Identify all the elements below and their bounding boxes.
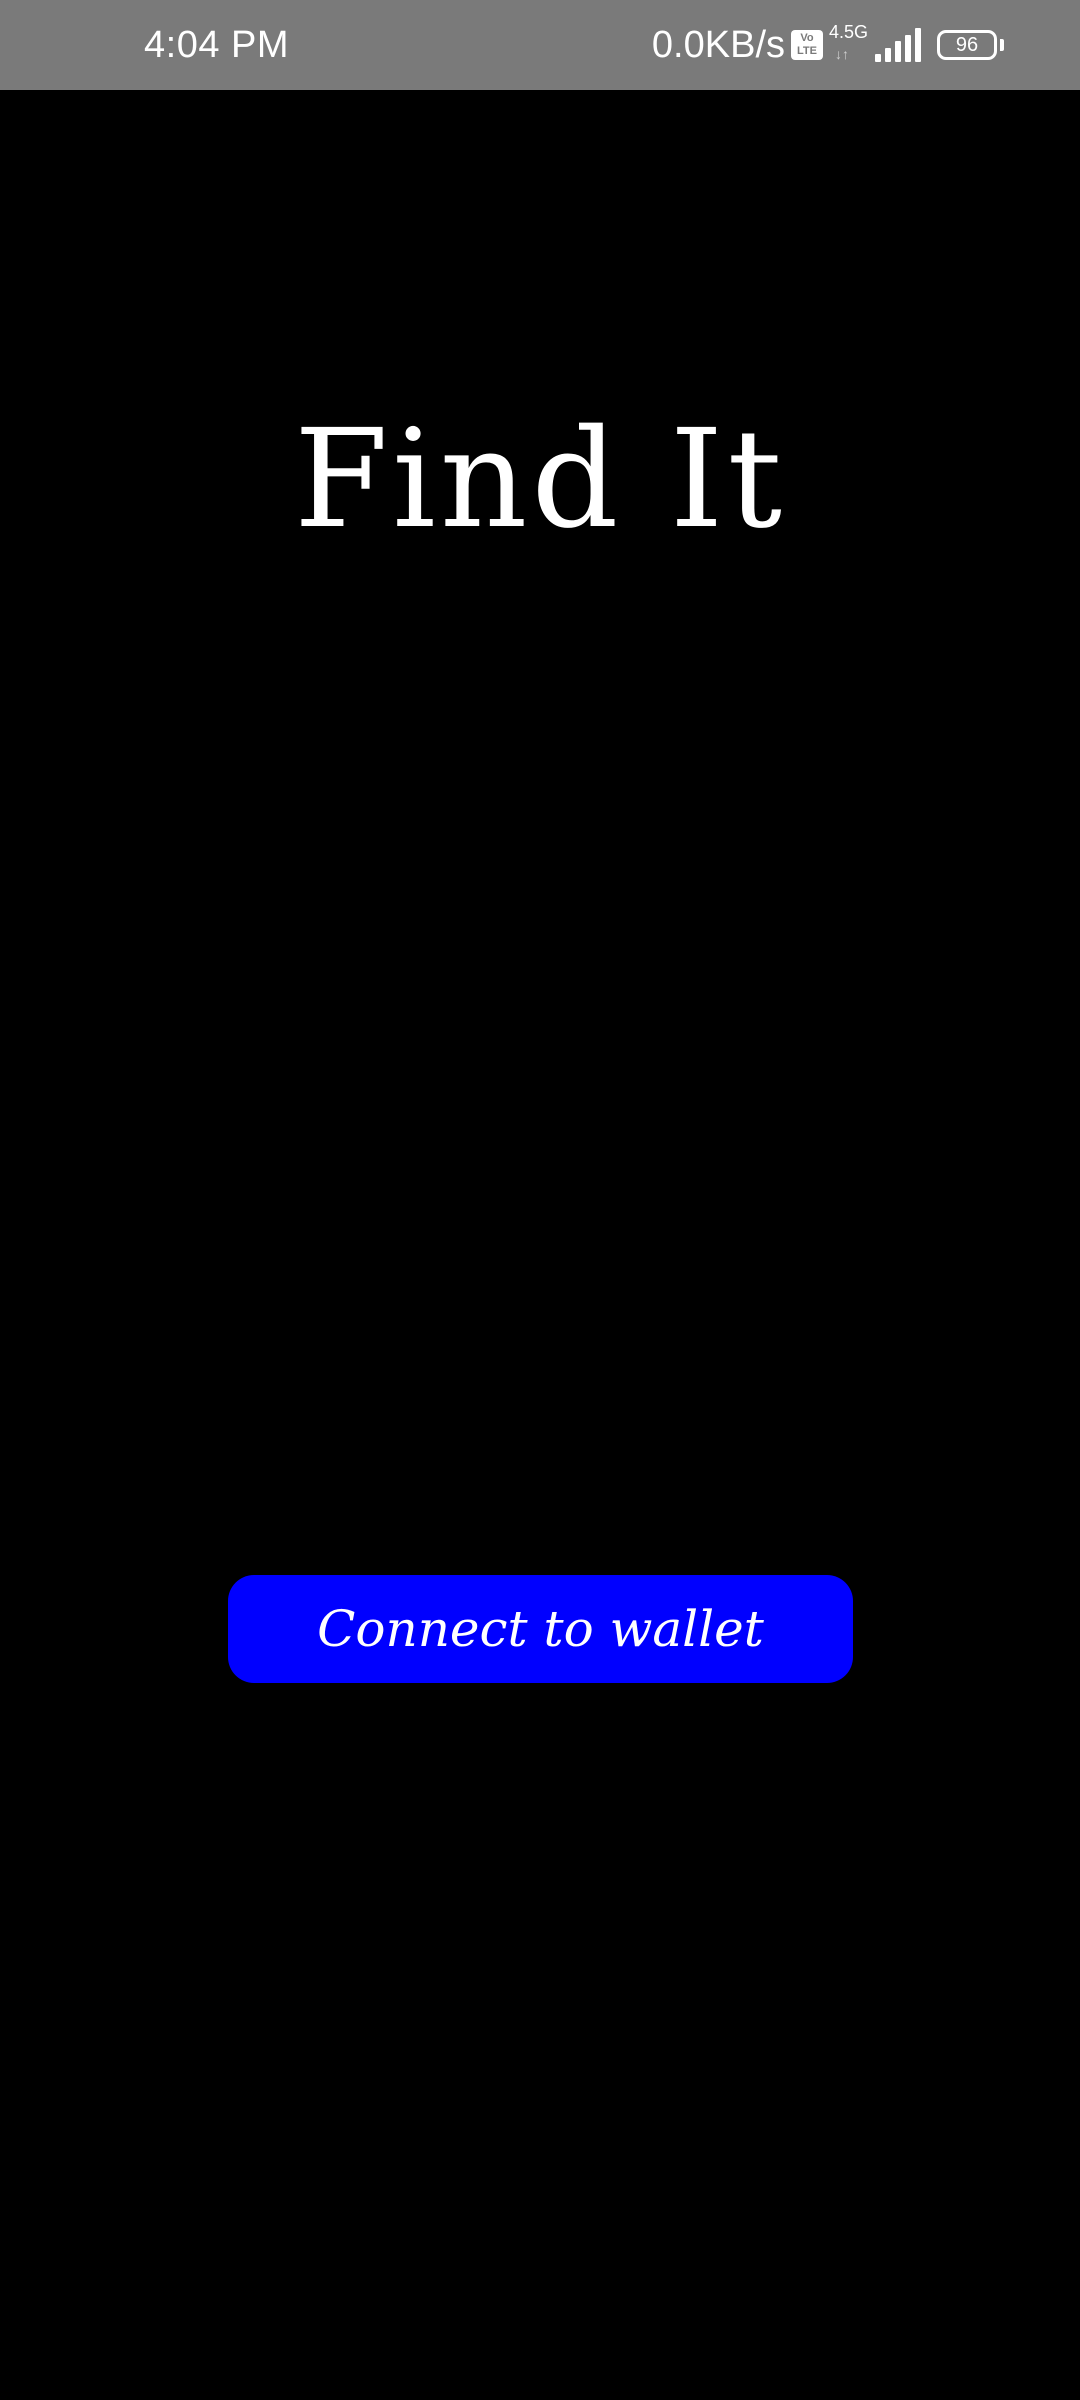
signal-bars-icon [875,28,921,62]
data-activity-icon: ↓↑ [835,46,849,62]
network-type-indicator: 4.5G ↓↑ [829,22,873,68]
app-screen: 4:04 PM 0.0KB/s Vo LTE 4.5G ↓↑ 96 Find I… [0,0,1080,2400]
battery-tip [1000,39,1004,51]
status-bar: 4:04 PM 0.0KB/s Vo LTE 4.5G ↓↑ 96 [0,0,1080,90]
battery-level: 96 [955,34,979,56]
connect-wallet-button[interactable]: Connect to wallet [228,1575,853,1683]
network-type-label: 4.5G [829,22,869,42]
status-indicators: 0.0KB/s Vo LTE 4.5G ↓↑ 96 [652,20,1004,70]
volte-top-label: Vo [800,32,814,44]
volte-icon: Vo LTE [791,30,823,60]
battery-icon: 96 [937,30,997,60]
volte-bottom-label: LTE [797,45,817,57]
status-time: 4:04 PM [144,24,290,66]
network-speed: 0.0KB/s [651,24,785,66]
app-title: Find It [293,401,787,559]
